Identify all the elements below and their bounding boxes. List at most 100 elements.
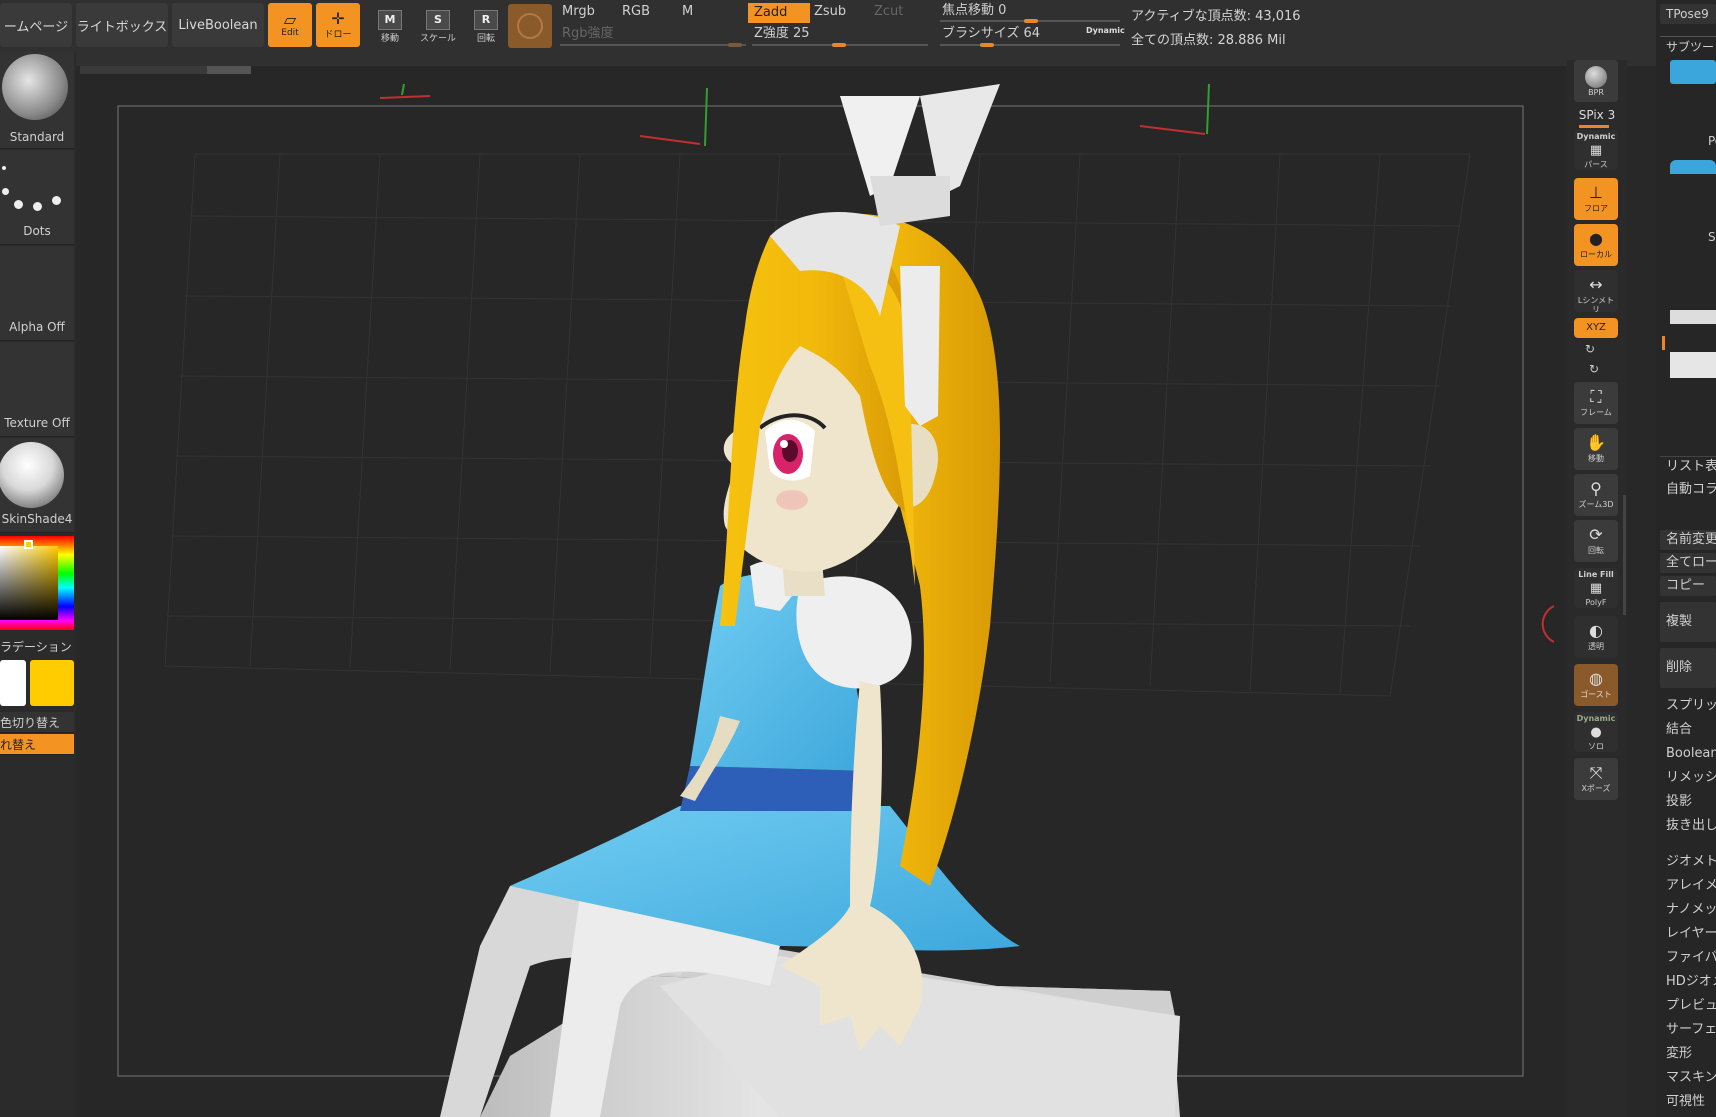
move-tool-button[interactable]: M 移動 [370,8,410,46]
surface-menu[interactable]: サーフェ [1660,1020,1716,1040]
subtool-thumb-shirt[interactable] [1670,60,1716,84]
tool-name-button[interactable]: TPose9 [1660,4,1716,24]
lsymmetry-button[interactable]: ↔ Lシンメトリ [1574,270,1618,312]
solo-button[interactable]: Dynamic ● ソロ [1574,712,1618,752]
transparency-button[interactable]: ◐ 透明 [1574,616,1618,658]
scale-label: スケール [419,34,456,44]
duplicate-button[interactable]: 複製 [1660,602,1716,642]
color-picker-marker[interactable] [24,540,33,549]
edit-button[interactable]: ▱ Edit [268,3,312,47]
mrgb-toggle[interactable]: Mrgb [556,2,618,22]
rgb-toggle[interactable]: RGB [616,2,678,22]
fibermesh-menu[interactable]: ファイバ [1660,948,1716,968]
z-intensity-slider[interactable]: Z強度 25 [748,24,934,44]
shelf-scrollbar[interactable] [1623,495,1626,615]
secondary-color-swatch[interactable] [30,660,74,706]
dynamic-toggle[interactable]: Dynamic [1086,26,1125,35]
local-button[interactable]: ● ローカル [1574,224,1618,266]
spix-knob[interactable] [1579,125,1609,128]
frame-button[interactable]: ⛶ フレーム [1574,382,1618,424]
gradient-label: ラデーション [0,640,72,654]
move-label: 移動 [380,34,399,44]
array-mesh-menu[interactable]: アレイメ [1660,876,1716,896]
total-points-count: 全ての頂点数: 28.886 Mil [1131,33,1286,48]
merge-menu[interactable]: 結合 [1660,720,1716,740]
subtool-thumb-white[interactable] [1670,310,1716,324]
split-menu[interactable]: スプリッ [1660,696,1716,716]
project-menu[interactable]: 投影 [1660,792,1716,812]
draw-icon: ✛ [331,8,345,28]
boolean-menu[interactable]: Boolean [1660,744,1716,764]
spix-slider[interactable]: SPix 3 [1571,108,1623,122]
switch-color-button[interactable]: 色切り替え [0,712,74,733]
z-intensity-knob[interactable] [832,43,846,47]
scale-tool-button[interactable]: S スケール [418,8,458,46]
list-all-button[interactable]: リスト表 [1660,456,1716,476]
alpha-selector[interactable]: Alpha Off [0,246,74,341]
masking-menu[interactable]: マスキン [1660,1068,1716,1088]
brush-size-track[interactable] [940,44,1120,46]
edit-label: Edit [281,28,299,38]
preview-menu[interactable]: プレビュ [1660,996,1716,1016]
xpose-button[interactable]: ⤧ Xポーズ [1574,758,1618,800]
subtool-header[interactable]: サブツー [1660,36,1716,56]
rotate-z-icon[interactable]: ↻ [1589,362,1599,376]
rgb-intensity-track[interactable] [560,44,746,46]
rotate-tool-button[interactable]: R 回転 [466,8,506,46]
transparency-icon: ◐ [1589,621,1603,640]
subtool-thumb-skirt[interactable] [1670,160,1716,174]
saturation-value-square[interactable] [0,546,58,620]
ghost-label: ゴースト [1580,690,1612,699]
viewport-canvas[interactable] [80,66,1565,1117]
zcut-toggle[interactable]: Zcut [868,2,930,22]
visibility-menu[interactable]: 可視性 [1660,1092,1716,1112]
rgb-intensity-slider[interactable]: Rgb強度 [556,24,752,44]
all-low-button[interactable]: 全てロー [1660,553,1716,573]
copy-button[interactable]: コピー [1660,576,1716,596]
home-page-button[interactable]: ームページ [0,3,72,47]
material-selector[interactable]: SkinShade4 [0,438,74,533]
polyf-button[interactable]: Line Fill ▦ PolyF [1574,568,1618,608]
focal-shift-knob[interactable] [1024,19,1038,23]
draw-button[interactable]: ✛ ドロー [316,3,360,47]
bpr-button[interactable]: BPR [1574,60,1618,102]
move-view-button[interactable]: ✋ 移動 [1574,428,1618,470]
geometry-menu[interactable]: ジオメト [1660,852,1716,872]
subtool-thumb-box[interactable] [1670,352,1716,378]
rename-button[interactable]: 名前変更 [1660,530,1716,550]
delete-button[interactable]: 削除 [1660,648,1716,688]
perspective-button[interactable]: Dynamic ▦ パース [1574,130,1618,170]
transparency-label: 透明 [1588,642,1604,651]
remesh-menu[interactable]: リメッシ [1660,768,1716,788]
brush-selector[interactable]: Standard [0,52,74,149]
rgb-intensity-knob[interactable] [728,43,742,47]
focal-shift-slider[interactable]: 焦点移動 0 [936,1,1132,21]
material-preview-button[interactable] [508,4,552,48]
main-color-swatch[interactable] [0,660,26,706]
layers-menu[interactable]: レイヤー [1660,924,1716,944]
deformation-menu[interactable]: 変形 [1660,1044,1716,1064]
color-picker[interactable] [0,536,74,630]
zoom3d-button[interactable]: ⚲ ズーム3D [1574,474,1618,516]
floor-button[interactable]: ⊥ フロア [1574,178,1618,220]
extract-menu[interactable]: 抜き出し [1660,816,1716,836]
standard-brush-icon [2,54,68,120]
xyz-button[interactable]: XYZ [1574,318,1618,338]
lightbox-button[interactable]: ライトボックス [76,3,168,47]
nanomesh-menu[interactable]: ナノメッ [1660,900,1716,920]
ghost-button[interactable]: ◍ ゴースト [1574,664,1618,706]
rotate-y-icon[interactable]: ↻ [1585,342,1595,356]
stroke-selector[interactable]: Dots [0,150,74,245]
rotate-view-button[interactable]: ⟳ 回転 [1574,520,1618,562]
auto-collapse-button[interactable]: 自動コラ [1660,480,1716,500]
alternate-button[interactable]: れ替え [0,734,74,755]
zadd-toggle[interactable]: Zadd [748,3,810,23]
hd-geometry-menu[interactable]: HDジオメ [1660,972,1716,992]
liveboolean-button[interactable]: LiveBoolean [172,3,264,47]
brush-size-knob[interactable] [980,43,994,47]
texture-selector[interactable]: Texture Off [0,342,74,437]
m-toggle[interactable]: M [676,2,752,22]
zsub-toggle[interactable]: Zsub [808,2,870,22]
subtool-scroll-marker[interactable] [1662,336,1665,350]
skinshade-material-icon [0,442,64,508]
